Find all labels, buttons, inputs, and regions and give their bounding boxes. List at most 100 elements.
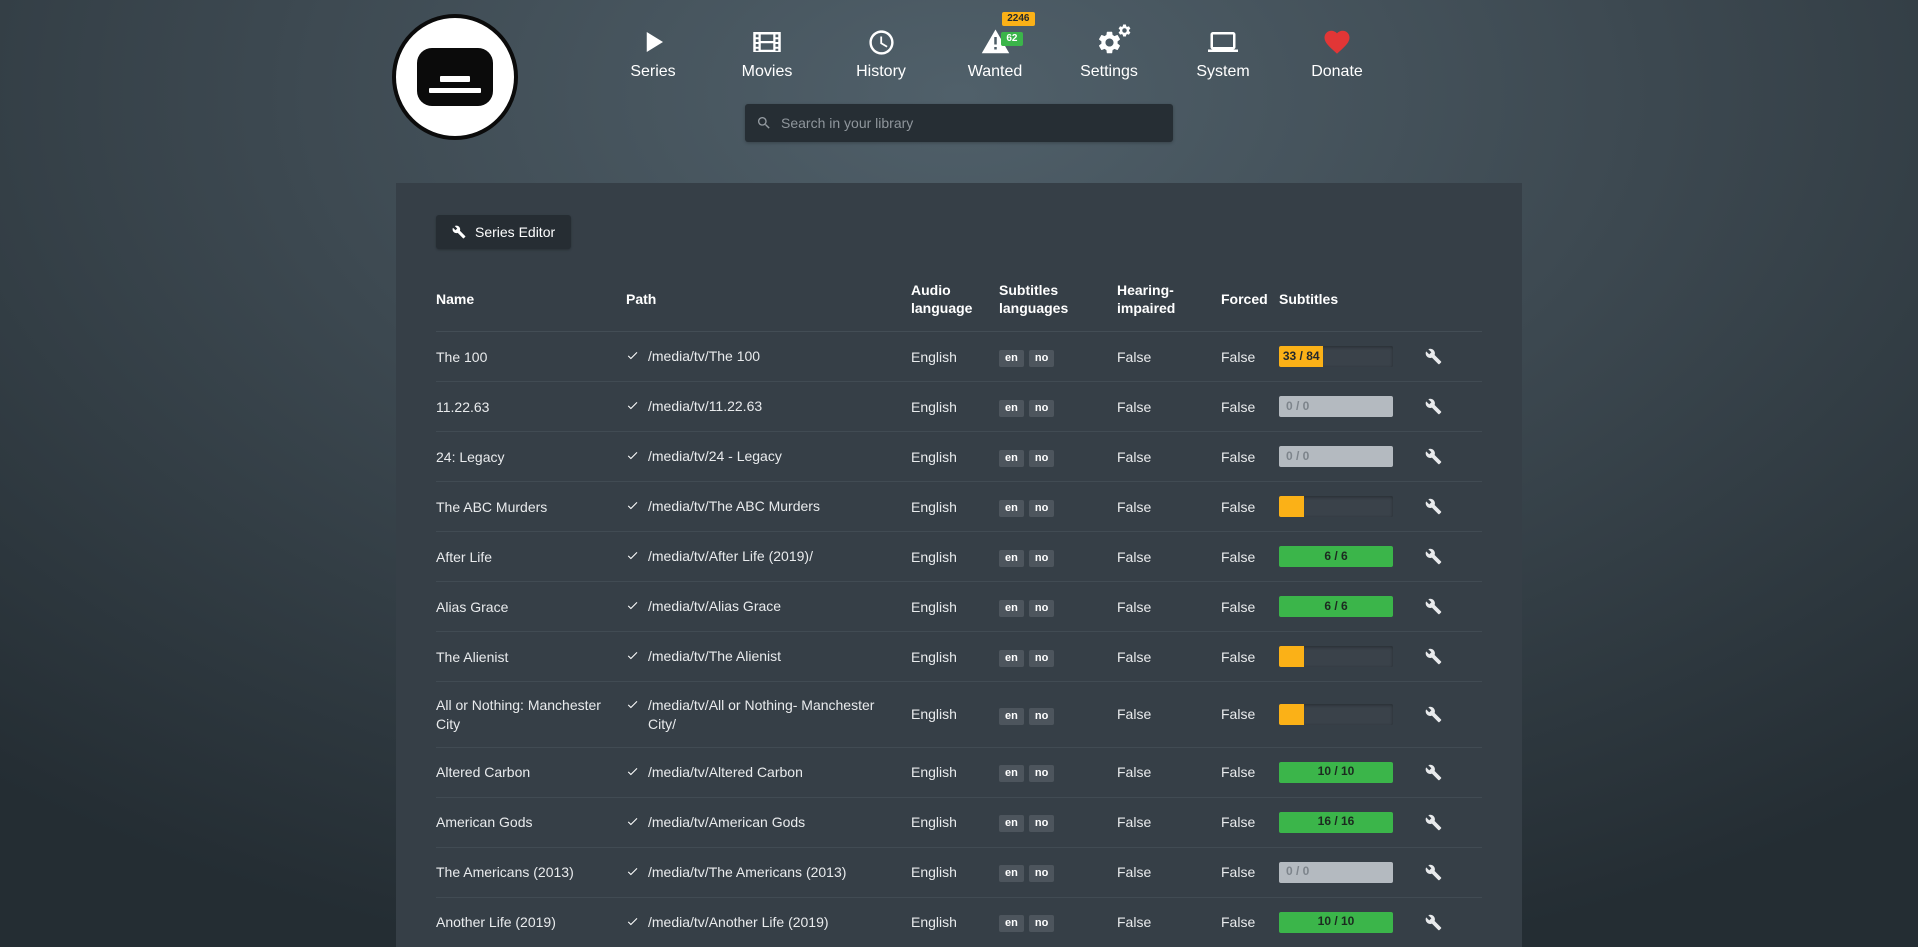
series-name-link[interactable]: Alias Grace [436, 599, 508, 615]
table-row: Another Life (2019) /media/tv/Another Li… [436, 897, 1482, 947]
edit-series-button[interactable] [1425, 764, 1442, 781]
subtitle-language-badge: en [999, 450, 1024, 467]
wrench-icon [1425, 448, 1442, 465]
search-input[interactable] [745, 104, 1173, 142]
subtitle-language-badge: no [1029, 550, 1054, 567]
nav-item-series[interactable]: Series [622, 26, 684, 81]
hearing-impaired-value: False [1117, 499, 1151, 515]
subtitles-progress-label: 10 / 10 [1318, 764, 1355, 780]
series-editor-button[interactable]: Series Editor [436, 215, 571, 249]
logo-subtitle-card [417, 48, 493, 106]
gears-icon [1096, 26, 1123, 58]
audio-language-value: English [911, 914, 957, 930]
edit-series-button[interactable] [1425, 598, 1442, 615]
subtitles-progress-fill: 10 / 10 [1279, 762, 1393, 783]
col-header-actions [1419, 275, 1482, 332]
series-path: /media/tv/After Life (2019)/ [648, 547, 813, 565]
subtitle-language-badge: en [999, 815, 1024, 832]
audio-language-value: English [911, 764, 957, 780]
col-header-name: Name [436, 275, 626, 332]
subtitle-language-badge: no [1029, 915, 1054, 932]
hearing-impaired-value: False [1117, 349, 1151, 365]
nav-item-movies[interactable]: Movies [736, 26, 798, 81]
series-name-link[interactable]: Another Life (2019) [436, 914, 556, 930]
edit-series-button[interactable] [1425, 348, 1442, 365]
audio-language-value: English [911, 814, 957, 830]
nav-item-system[interactable]: System [1192, 26, 1254, 81]
table-row: The Americans (2013) /media/tv/The Ameri… [436, 847, 1482, 897]
series-name-link[interactable]: The Americans (2013) [436, 864, 574, 880]
subtitle-language-badge: no [1029, 650, 1054, 667]
table-row: The 100 /media/tv/The 100 English enno F… [436, 332, 1482, 382]
wanted-count-badge-primary: 2246 [1002, 12, 1034, 26]
subtitles-progress-bar [1279, 646, 1393, 667]
edit-series-button[interactable] [1425, 706, 1442, 723]
series-name-link[interactable]: 11.22.63 [436, 399, 489, 415]
nav-item-history[interactable]: History [850, 26, 912, 81]
subtitles-progress-fill: 16 / 16 [1279, 812, 1393, 833]
nav-item-donate[interactable]: Donate [1306, 26, 1368, 81]
series-path: /media/tv/The Alienist [648, 647, 781, 665]
series-path: /media/tv/Another Life (2019) [648, 913, 829, 931]
wanted-count-badge-secondary: 62 [1001, 32, 1022, 46]
subtitle-language-badge: en [999, 765, 1024, 782]
subtitle-languages: enno [999, 350, 1054, 367]
subtitles-progress-label: 0 / 0 [1286, 864, 1309, 880]
subtitle-languages: enno [999, 450, 1054, 467]
edit-series-button[interactable] [1425, 914, 1442, 931]
heart-icon [1322, 26, 1352, 58]
subtitles-progress-fill: 0 / 0 [1279, 446, 1393, 467]
subtitle-language-badge: no [1029, 708, 1054, 725]
nav-item-wanted[interactable]: 2246 62 Wanted [964, 26, 1026, 81]
edit-series-button[interactable] [1425, 448, 1442, 465]
series-name-link[interactable]: The 100 [436, 349, 487, 365]
nav-label-system: System [1196, 63, 1249, 81]
subtitle-languages: enno [999, 765, 1054, 782]
series-name-link[interactable]: All or Nothing: Manchester City [436, 697, 601, 731]
path-check-icon [626, 814, 639, 832]
forced-value: False [1221, 706, 1255, 722]
subtitle-language-badge: en [999, 550, 1024, 567]
col-header-forced: Forced [1221, 275, 1279, 332]
subtitles-progress-bar: 0 / 0 [1279, 446, 1393, 467]
path-check-icon [626, 864, 639, 882]
edit-series-button[interactable] [1425, 814, 1442, 831]
nav-label-movies: Movies [742, 63, 793, 81]
nav-label-donate: Donate [1311, 63, 1363, 81]
edit-series-button[interactable] [1425, 398, 1442, 415]
audio-language-value: English [911, 864, 957, 880]
subtitle-languages: enno [999, 500, 1054, 517]
edit-series-button[interactable] [1425, 648, 1442, 665]
subtitles-progress-label: 0 / 0 [1286, 449, 1309, 465]
series-name-link[interactable]: After Life [436, 549, 492, 565]
forced-value: False [1221, 449, 1255, 465]
path-check-icon [626, 398, 639, 416]
col-header-subtitles: Subtitles [1279, 275, 1419, 332]
series-name-link[interactable]: American Gods [436, 814, 532, 830]
library-search [745, 104, 1173, 142]
col-header-subtitles-languages: Subtitles languages [999, 275, 1117, 332]
series-name-link[interactable]: The Alienist [436, 649, 508, 665]
wrench-icon [1425, 648, 1442, 665]
app-logo[interactable] [392, 14, 518, 140]
nav-item-settings[interactable]: Settings [1078, 26, 1140, 81]
path-check-icon [626, 697, 639, 715]
series-path: /media/tv/All or Nothing- Manchester Cit… [648, 696, 903, 732]
series-name-link[interactable]: Altered Carbon [436, 764, 530, 780]
subtitle-language-badge: no [1029, 350, 1054, 367]
series-name-link[interactable]: 24: Legacy [436, 449, 505, 465]
series-path: /media/tv/The Americans (2013) [648, 863, 846, 881]
series-name-link[interactable]: The ABC Murders [436, 499, 547, 515]
edit-series-button[interactable] [1425, 548, 1442, 565]
search-icon [756, 115, 772, 131]
subtitles-progress-bar: 0 / 0 [1279, 862, 1393, 883]
path-check-icon [626, 598, 639, 616]
audio-language-value: English [911, 599, 957, 615]
forced-value: False [1221, 349, 1255, 365]
nav-label-history: History [856, 63, 906, 81]
edit-series-button[interactable] [1425, 864, 1442, 881]
audio-language-value: English [911, 499, 957, 515]
edit-series-button[interactable] [1425, 498, 1442, 515]
series-path: /media/tv/The 100 [648, 347, 760, 365]
audio-language-value: English [911, 349, 957, 365]
